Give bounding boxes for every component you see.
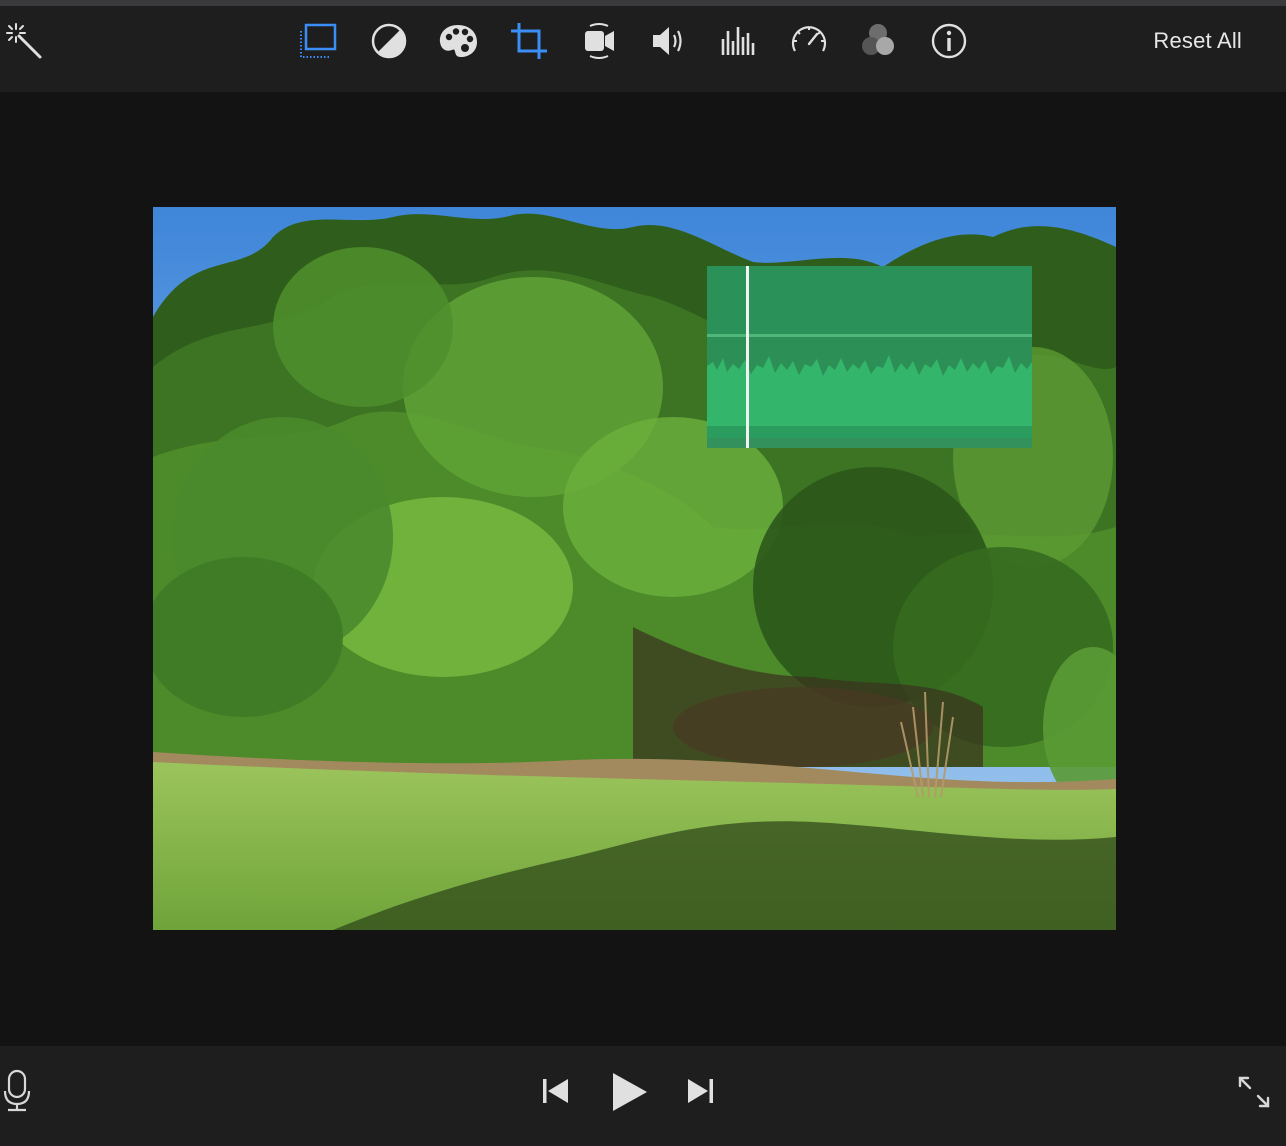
stabilization-icon xyxy=(579,21,619,61)
enhance-button[interactable] xyxy=(2,19,46,63)
volume-icon xyxy=(649,21,689,61)
color-balance-icon xyxy=(369,21,409,61)
noise-equalizer-button[interactable] xyxy=(716,19,760,63)
voiceover-button[interactable] xyxy=(0,1069,34,1118)
info-icon xyxy=(929,21,969,61)
crop-icon xyxy=(509,21,549,61)
fullscreen-icon xyxy=(1236,1074,1272,1115)
noise-equalizer-icon xyxy=(718,21,758,61)
color-correction-icon xyxy=(437,22,479,60)
play-icon xyxy=(607,1070,649,1119)
playback-bar xyxy=(0,1046,1286,1146)
crop-button[interactable] xyxy=(507,19,551,63)
skip-forward-icon xyxy=(685,1075,717,1112)
skip-back-button[interactable] xyxy=(536,1074,574,1112)
reset-all-button[interactable]: Reset All xyxy=(1153,28,1242,54)
playhead[interactable] xyxy=(746,266,749,448)
skip-forward-button[interactable] xyxy=(682,1074,720,1112)
info-button[interactable] xyxy=(927,19,971,63)
microphone-icon xyxy=(2,1069,32,1118)
audio-waveform-overlay[interactable] xyxy=(707,266,1032,448)
fullscreen-button[interactable] xyxy=(1234,1074,1274,1114)
stabilization-button[interactable] xyxy=(577,19,621,63)
color-correction-button[interactable] xyxy=(436,19,480,63)
video-overlay-icon xyxy=(298,20,340,62)
video-overlay-button[interactable] xyxy=(297,19,341,63)
volume-button[interactable] xyxy=(647,19,691,63)
color-balance-button[interactable] xyxy=(367,19,411,63)
play-button[interactable] xyxy=(604,1070,652,1118)
speed-icon xyxy=(789,21,829,61)
adjustments-toolbar: Reset All xyxy=(0,6,1286,92)
clip-filter-icon xyxy=(858,21,898,61)
speed-button[interactable] xyxy=(787,19,831,63)
magic-wand-icon xyxy=(4,21,44,61)
clip-filter-button[interactable] xyxy=(856,19,900,63)
skip-back-icon xyxy=(539,1075,571,1112)
